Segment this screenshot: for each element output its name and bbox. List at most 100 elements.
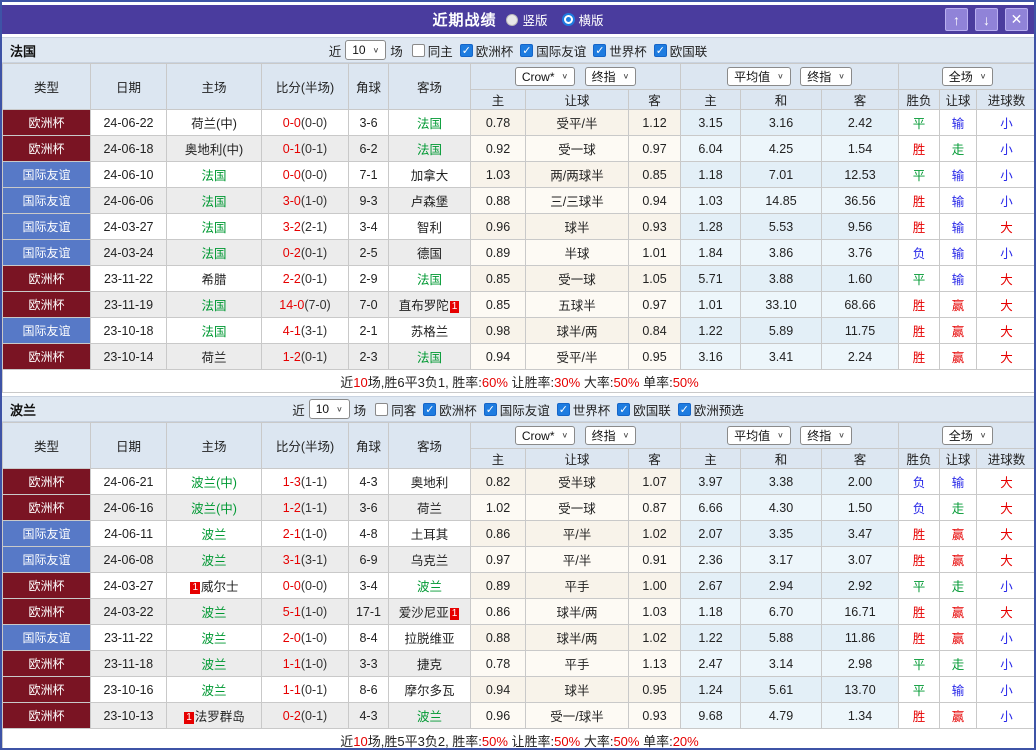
same-venue-checkbox[interactable] — [411, 43, 425, 57]
layout-option-vertical[interactable]: 竖版 — [506, 10, 548, 29]
chevron-down-icon: ∨ — [979, 71, 987, 81]
summary-row: 近10场,胜6平3负1, 胜率:60% 让胜率:30% 大率:50% 单率:50… — [2, 369, 1034, 393]
match-score: 3-2(2-1) — [261, 213, 349, 240]
average-select[interactable]: 平均值 ∨ — [727, 426, 791, 445]
competition-checkbox[interactable] — [677, 402, 691, 416]
match-row: 国际友谊 24-06-08 波兰 3-1(3-1) 6-9 乌克兰 0.97 平/半 0.91 2… — [2, 546, 1034, 573]
result-outcome: 胜 — [898, 317, 941, 344]
team-name-text: 法国 — [201, 325, 227, 339]
bookmaker-select-value: Crow* — [521, 428, 555, 443]
match-date: 23-11-19 — [90, 291, 167, 318]
match-date: 23-11-18 — [90, 650, 167, 677]
home-team: 波兰 — [166, 650, 262, 677]
team-name-text: 捷克 — [416, 658, 442, 672]
result-outcome: 胜 — [898, 624, 941, 651]
odds-away: 1.02 — [628, 520, 681, 547]
close-button[interactable]: ✕ — [1005, 8, 1028, 31]
competition-checkbox[interactable] — [556, 402, 570, 416]
result-outcome: 胜 — [898, 291, 941, 318]
match-score: 2-0(1-0) — [261, 624, 349, 651]
sub-header-home-odds: 主 — [470, 89, 526, 110]
odds-home: 0.92 — [470, 135, 526, 162]
team-name-text: 荷兰 — [201, 351, 227, 365]
avg-odds-draw: 5.53 — [740, 213, 822, 240]
avg-odds-home: 3.15 — [680, 109, 741, 136]
result-handicap: 赢 — [939, 343, 978, 370]
avg-odds-away: 12.53 — [820, 161, 900, 188]
col-header-away: 客场 — [388, 422, 471, 469]
team-name-text: 波兰(中) — [191, 502, 237, 516]
avg-odds-away: 3.47 — [820, 520, 900, 547]
competition-checkbox[interactable] — [423, 402, 437, 416]
halftime-score: (0-1) — [300, 349, 328, 364]
bookmaker-select[interactable]: Crow* ∨ — [514, 426, 576, 446]
average-select[interactable]: 平均值 ∨ — [727, 67, 791, 86]
avg-odds-home: 2.67 — [680, 572, 741, 599]
red-card-badge: 1 — [184, 712, 194, 724]
bookmaker-stage-select[interactable]: 终指 ∨ — [584, 66, 637, 86]
fulltime-score: 3-1 — [282, 552, 301, 567]
match-row: 欧洲杯 23-10-13 1 法罗群岛 0-2(0-1) 4-3 波兰 0.96 受一/球半 0.… — [2, 702, 1034, 729]
avg-odds-home: 3.16 — [680, 343, 741, 370]
match-score: 0-0(0-0) — [261, 109, 349, 136]
match-score: 14-0(7-0) — [261, 291, 349, 318]
corner-score: 3-6 — [348, 494, 389, 521]
layout-option-horizontal[interactable]: 横版 — [561, 10, 604, 29]
odds-handicap: 两/两球半 — [525, 161, 629, 188]
sub-header-away-odds: 客 — [628, 448, 681, 469]
match-date: 24-06-21 — [90, 468, 167, 495]
down-arrow-icon: ↓ — [983, 11, 990, 28]
result-goals: 小 — [976, 676, 1034, 703]
halftime-score: (1-1) — [300, 500, 328, 515]
scope-select-value: 全场 — [948, 429, 973, 443]
match-type: 国际友谊 — [2, 187, 91, 214]
scope-select[interactable]: 全场 ∨ — [941, 426, 994, 445]
summary-text: 场,胜5平3负2, 胜率: — [367, 733, 482, 749]
halftime-score: (0-1) — [300, 708, 328, 723]
competition-checkbox[interactable] — [483, 402, 497, 416]
match-count-select[interactable]: 10 ∨ — [345, 40, 387, 60]
col-header-corner: 角球 — [348, 63, 389, 110]
competition-checkbox[interactable] — [617, 402, 631, 416]
home-team: 法国 — [166, 239, 262, 266]
team-section: 法国 近 10 ∨ 场 同主 欧洲杯国际友谊世界杯欧国联 — [2, 37, 1034, 393]
result-goals: 小 — [976, 187, 1034, 214]
average-stage-select[interactable]: 终指 ∨ — [800, 67, 852, 86]
match-date: 23-11-22 — [90, 265, 167, 292]
avg-odds-home: 9.68 — [680, 702, 741, 729]
col-header-corner: 角球 — [348, 422, 389, 469]
sections-root: 法国 近 10 ∨ 场 同主 欧洲杯国际友谊世界杯欧国联 — [2, 37, 1034, 749]
result-outcome: 胜 — [898, 598, 941, 625]
avg-odds-away: 68.66 — [820, 291, 900, 318]
average-stage-value: 终指 — [807, 429, 832, 443]
match-type: 欧洲杯 — [2, 291, 91, 318]
sub-header-goals-result: 进球数 — [976, 448, 1034, 469]
chevron-down-icon: ∨ — [372, 45, 380, 54]
away-team: 法国 — [388, 109, 471, 136]
scope-select[interactable]: 全场 ∨ — [941, 67, 994, 86]
team-name-text: 拉脱维亚 — [404, 632, 455, 646]
bookmaker-select[interactable]: Crow* ∨ — [514, 67, 576, 87]
bookmaker-stage-select[interactable]: 终指 ∨ — [584, 425, 637, 445]
competition-checkbox[interactable] — [520, 43, 534, 57]
summary-text: 60% — [481, 374, 508, 390]
avg-odds-away: 11.75 — [820, 317, 900, 344]
same-venue-checkbox[interactable] — [375, 402, 389, 416]
avg-odds-draw: 3.14 — [740, 650, 822, 677]
bookmaker-stage-value: 终指 — [591, 69, 616, 84]
competition-checkbox[interactable] — [459, 43, 473, 57]
summary-text: 30% — [554, 374, 581, 390]
result-handicap: 赢 — [939, 624, 978, 651]
avg-odds-home: 1.28 — [680, 213, 741, 240]
odds-home: 0.88 — [470, 187, 526, 214]
average-stage-select[interactable]: 终指 ∨ — [800, 426, 852, 445]
corner-score: 4-3 — [348, 702, 389, 729]
halftime-score: (0-1) — [300, 245, 328, 260]
avg-odds-home: 6.66 — [680, 494, 741, 521]
competition-checkbox[interactable] — [653, 43, 667, 57]
filter-bar: 近 10 ∨ 场 同客 欧洲杯 国际友谊 世界杯 欧国联 欧洲预选 — [292, 399, 744, 419]
move-up-button[interactable]: ↑ — [945, 8, 968, 31]
competition-checkbox[interactable] — [593, 43, 607, 57]
move-down-button[interactable]: ↓ — [975, 8, 998, 31]
match-count-select[interactable]: 10 ∨ — [308, 399, 350, 419]
